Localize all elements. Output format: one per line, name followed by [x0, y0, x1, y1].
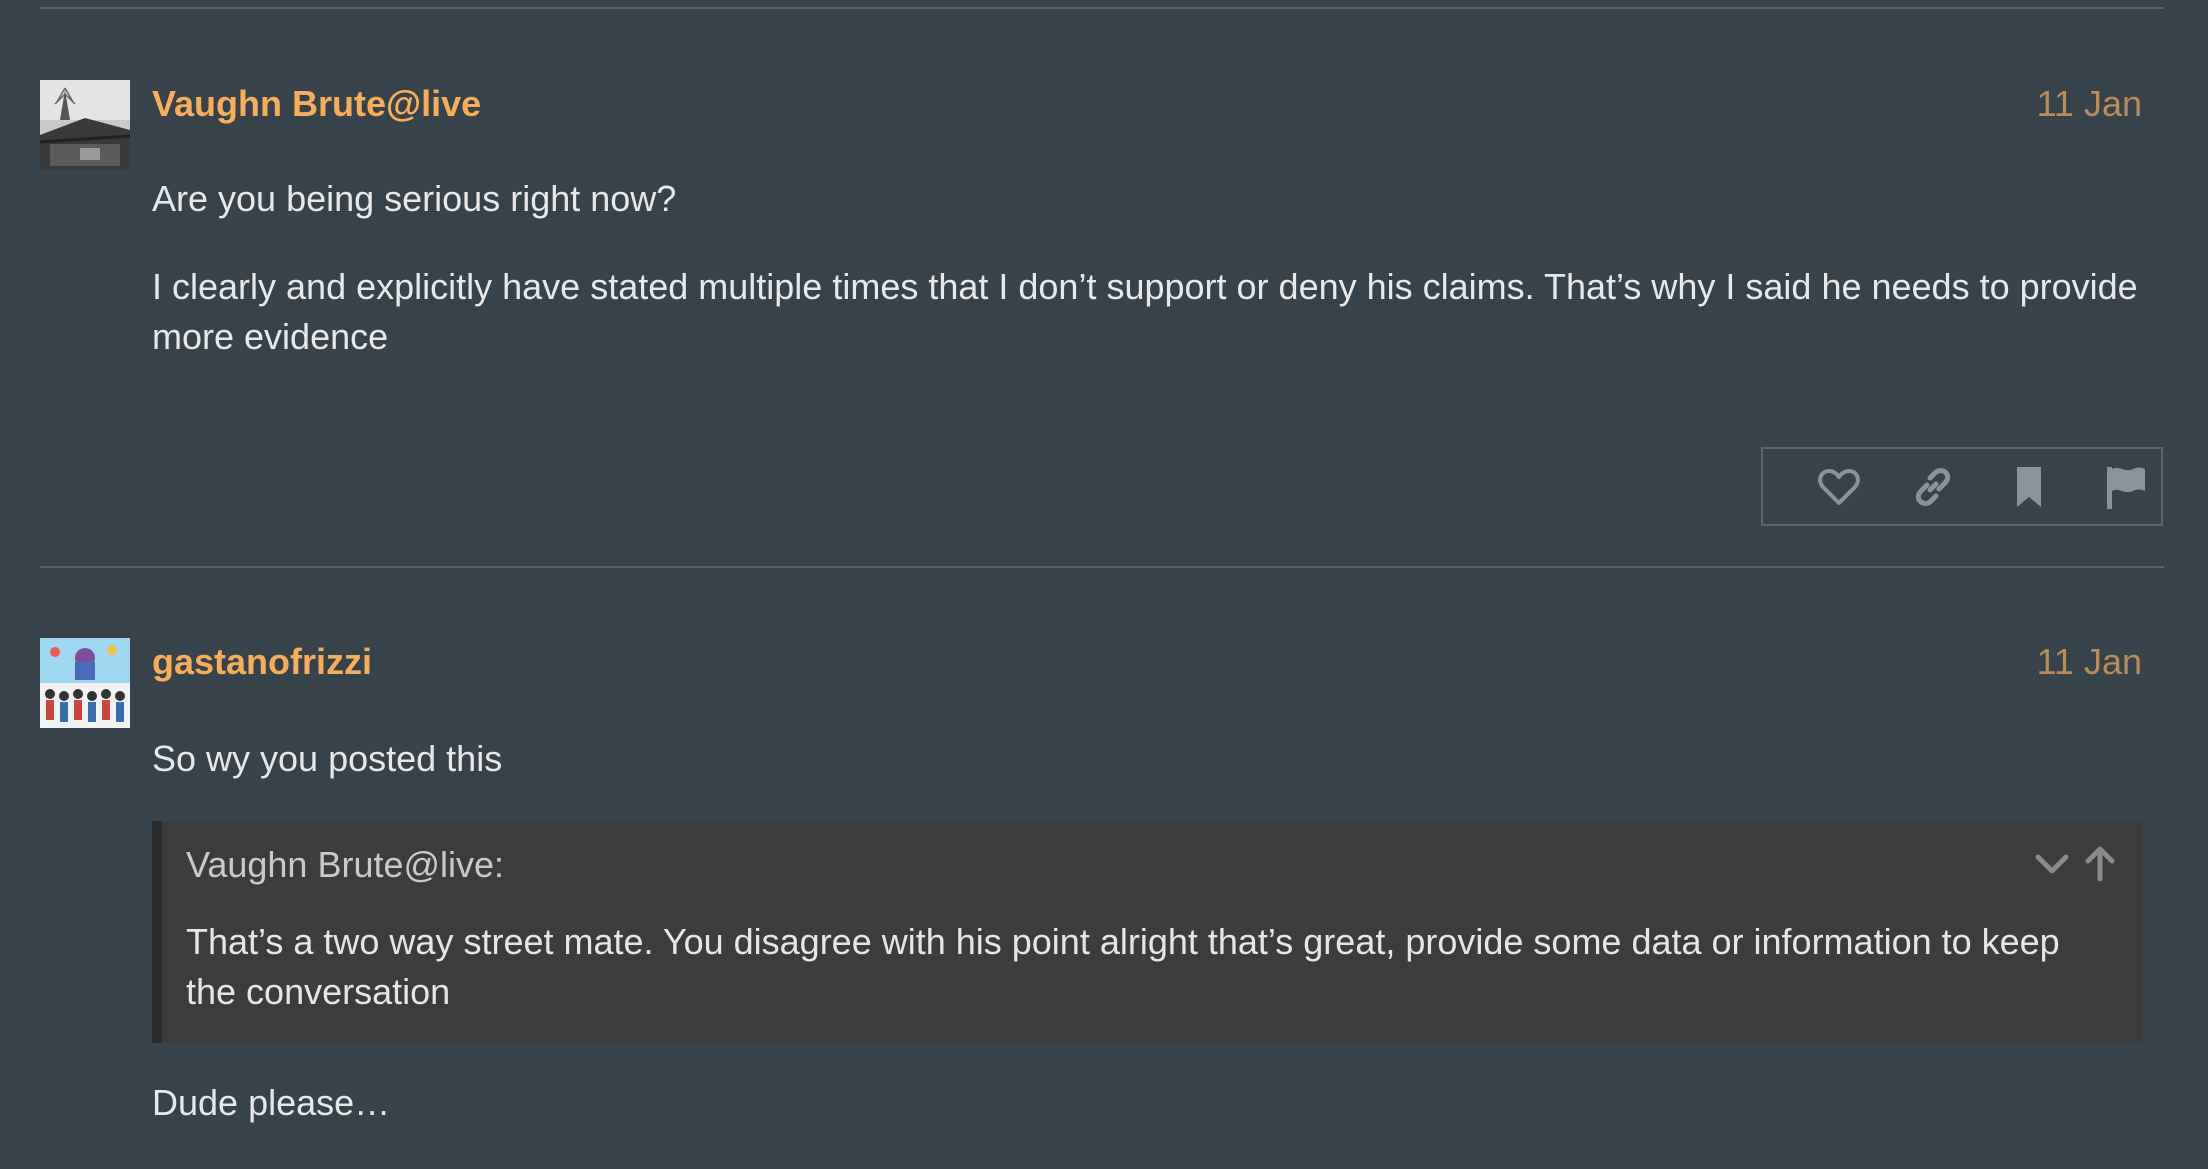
post-paragraph: Are you being serious right now?	[152, 178, 677, 219]
like-icon[interactable]	[1815, 463, 1863, 511]
flag-icon[interactable]	[2101, 463, 2149, 511]
post-paragraph: I clearly and explicitly have stated mul…	[152, 266, 2138, 357]
post-paragraph: So wy you posted this	[152, 738, 503, 779]
post-date[interactable]: 11 Jan	[2037, 640, 2142, 683]
quote-author[interactable]: Vaughn Brute@live:	[186, 843, 504, 886]
post-date[interactable]: 11 Jan	[2037, 82, 2142, 125]
topic-page: Vaughn Brute@live 11 Jan Are you being s…	[0, 0, 2208, 1169]
post-author[interactable]: Vaughn Brute@live	[152, 82, 481, 125]
quote-text: That’s a two way street mate. You disagr…	[186, 921, 2060, 1012]
arrow-up-icon[interactable]	[2080, 843, 2120, 883]
link-icon[interactable]	[1909, 463, 1957, 511]
chevron-down-icon[interactable]	[2032, 843, 2072, 883]
avatar[interactable]	[40, 638, 130, 728]
avatar[interactable]	[40, 80, 130, 170]
post-divider	[40, 7, 2164, 9]
post-actions	[1761, 447, 2163, 526]
post-paragraph: Dude please…	[152, 1082, 391, 1123]
post-author[interactable]: gastanofrizzi	[152, 640, 372, 683]
post-divider	[40, 566, 2164, 568]
bookmark-icon[interactable]	[2005, 463, 2053, 511]
quote-block: Vaughn Brute@live: That’s a two way stre…	[152, 821, 2142, 1043]
